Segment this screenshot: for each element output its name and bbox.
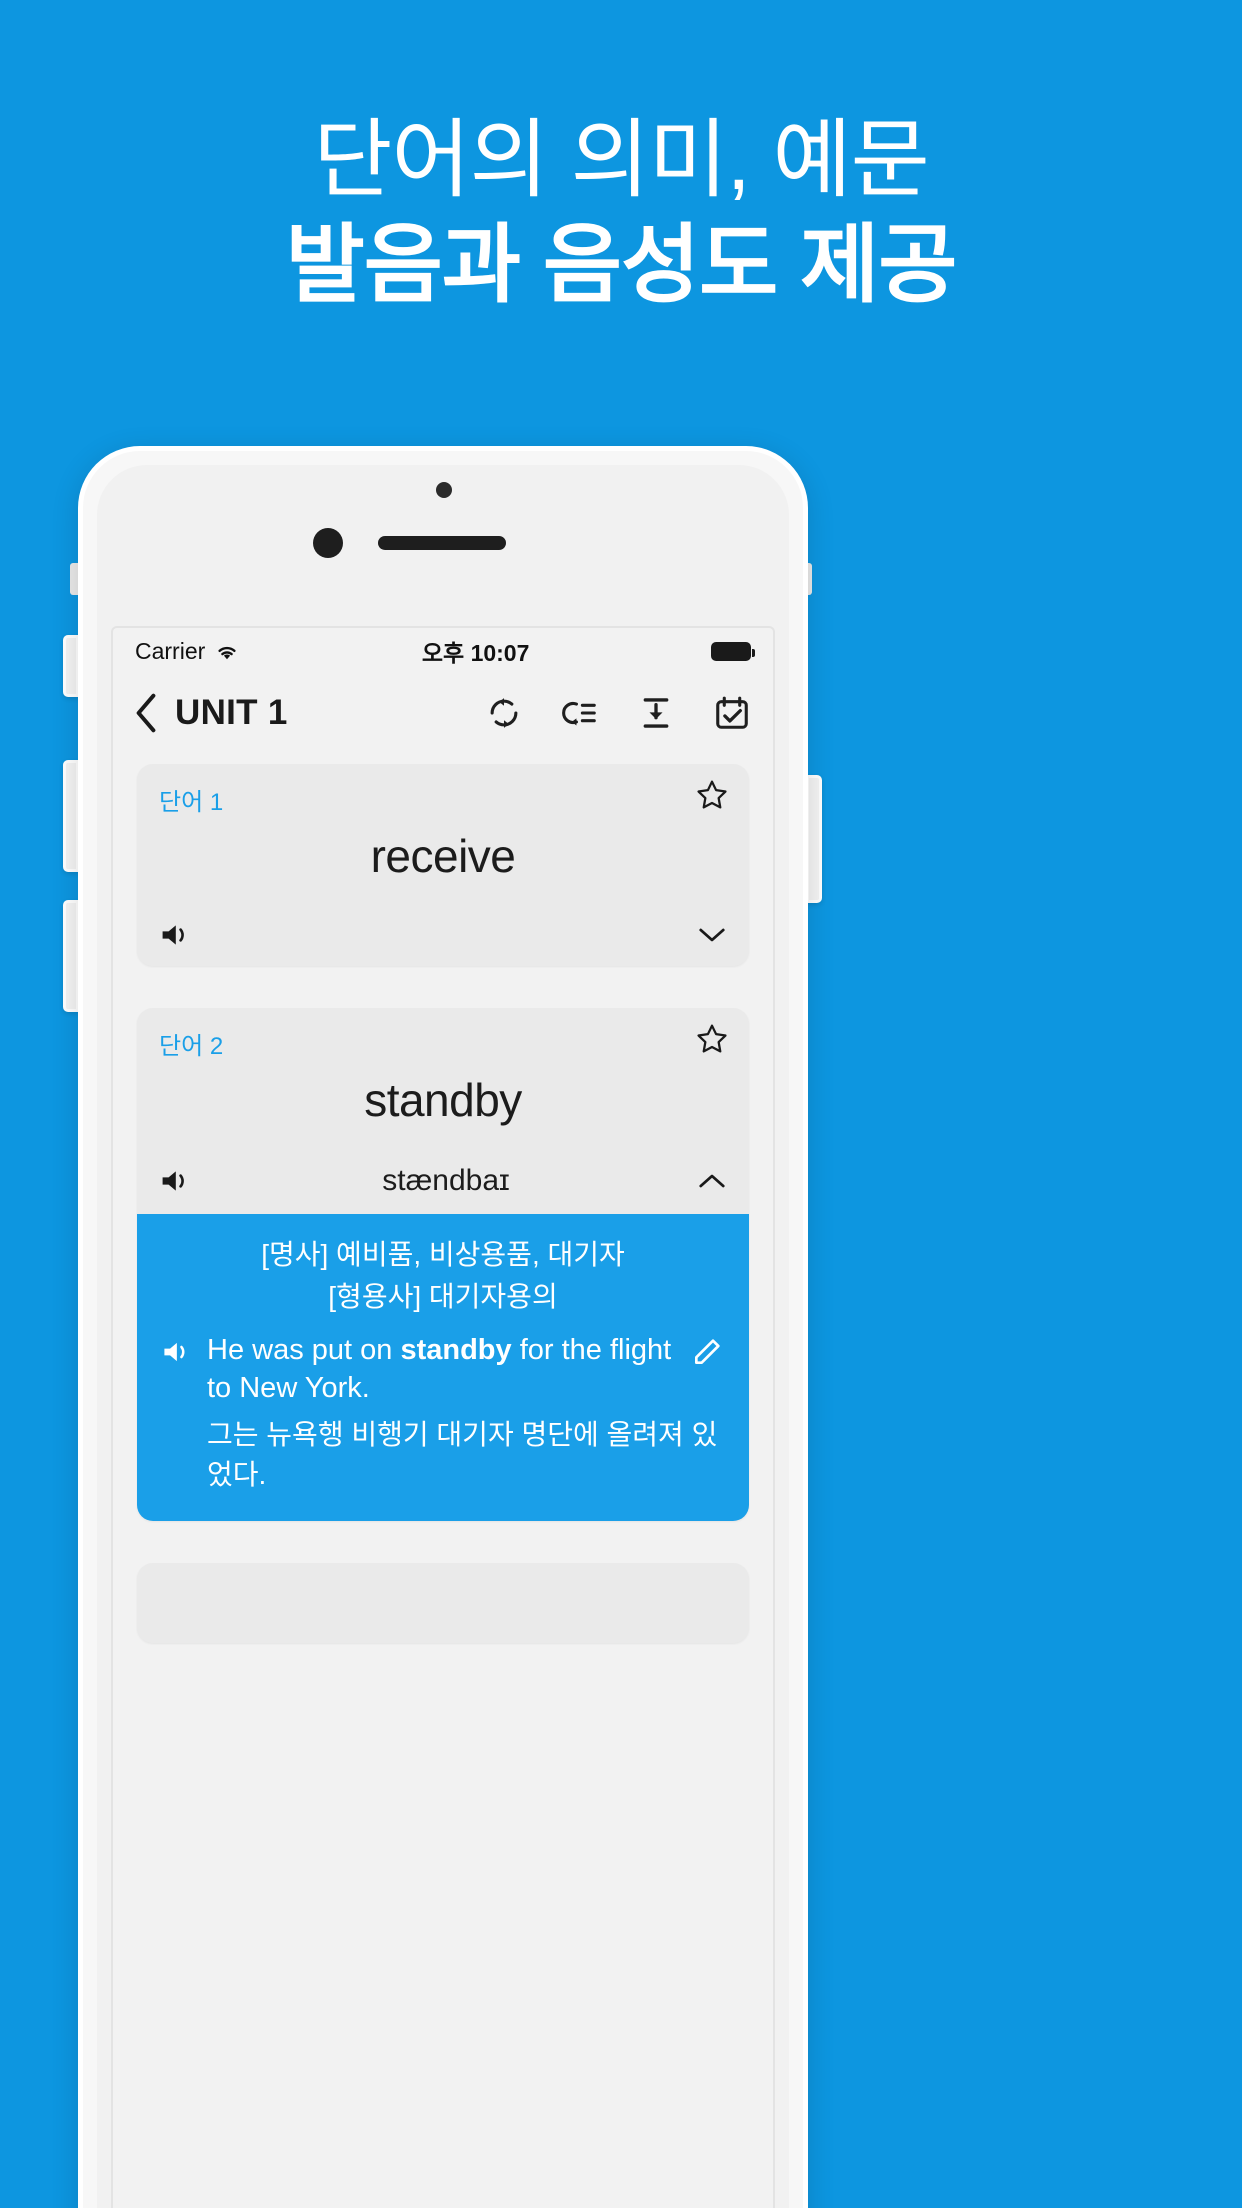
chevron-left-icon[interactable] bbox=[131, 692, 161, 734]
word-card-footer: stændbaɪ bbox=[137, 1158, 749, 1214]
calendar-check-icon[interactable] bbox=[713, 694, 751, 732]
example-sentence: He was put on standby for the flight to … bbox=[207, 1332, 681, 1407]
edit-example-button[interactable] bbox=[691, 1332, 725, 1373]
phonetic-text: stændbaɪ bbox=[382, 1164, 510, 1197]
speaker-icon[interactable] bbox=[161, 1338, 195, 1366]
word-card-list: 단어 1 receive 단어 2 standby stændbaɪ [명사] … bbox=[113, 752, 773, 1643]
navigation-actions bbox=[485, 694, 751, 732]
pencil-icon[interactable] bbox=[691, 1336, 723, 1368]
example-row: He was put on standby for the flight to … bbox=[161, 1332, 725, 1407]
status-bar-time: 오후 10:07 bbox=[421, 640, 530, 666]
example-speaker-wrap[interactable] bbox=[161, 1332, 197, 1371]
example-translation: 그는 뉴욕행 비행기 대기자 명단에 올려져 있었다. bbox=[207, 1419, 718, 1491]
status-bar-left: Carrier bbox=[135, 638, 240, 665]
definition-noun: [명사] 예비품, 비상용품, 대기자 bbox=[261, 1239, 625, 1270]
shuffle-refresh-icon[interactable] bbox=[485, 694, 523, 732]
chevron-up-icon[interactable] bbox=[697, 1171, 727, 1191]
star-outline-icon[interactable] bbox=[695, 1022, 729, 1056]
chevron-down-icon[interactable] bbox=[697, 925, 727, 945]
status-bar: Carrier 오후 10:07 bbox=[113, 628, 773, 674]
word-card-header: 단어 2 standby bbox=[137, 1008, 749, 1158]
headline-line-2-text: 발음과 음성도 제공 bbox=[285, 216, 958, 313]
volume-up-button[interactable] bbox=[63, 760, 79, 872]
speaker-icon[interactable] bbox=[159, 920, 195, 950]
word-card[interactable]: 단어 1 receive bbox=[137, 764, 749, 966]
example-highlight: standby bbox=[400, 1334, 512, 1366]
word-card[interactable] bbox=[137, 1562, 749, 1643]
definition-adjective: [형용사] 대기자용의 bbox=[328, 1281, 558, 1312]
status-bar-right bbox=[711, 641, 755, 661]
headline-line-1: 단어의 의미, 예문 bbox=[0, 108, 1242, 213]
navigation-bar: UNIT 1 bbox=[113, 674, 773, 752]
carrier-label: Carrier bbox=[135, 637, 206, 664]
volume-down-button[interactable] bbox=[63, 900, 79, 1012]
word-index-label: 단어 2 bbox=[159, 1033, 224, 1060]
word-detail-panel: [명사] 예비품, 비상용품, 대기자 [형용사] 대기자용의 He was p… bbox=[137, 1214, 749, 1521]
mute-switch[interactable] bbox=[63, 635, 79, 697]
earpiece-speaker bbox=[378, 536, 506, 550]
promo-headline: 단어의 의미, 예문 발음과 음성도 제공 bbox=[0, 108, 1242, 318]
battery-full-icon bbox=[711, 641, 755, 661]
speaker-icon[interactable] bbox=[159, 1166, 195, 1196]
phone-screen: Carrier 오후 10:07 UNIT 1 단어 1 receive 단어 … bbox=[113, 628, 773, 2208]
example-prefix: He was put on bbox=[207, 1334, 401, 1366]
proximity-sensor-icon bbox=[430, 476, 458, 504]
page-title: UNIT 1 bbox=[175, 693, 288, 732]
headline-line-1-text: 단어의 의미, 예문 bbox=[313, 112, 930, 208]
wifi-icon bbox=[218, 646, 236, 660]
power-button[interactable] bbox=[806, 775, 822, 903]
collapse-all-icon[interactable] bbox=[637, 694, 675, 732]
word-text: standby bbox=[364, 1074, 522, 1126]
word-text: receive bbox=[370, 830, 516, 882]
headline-line-2: 발음과 음성도 제공 bbox=[0, 213, 1242, 318]
word-card[interactable]: 단어 2 standby stændbaɪ [명사] 예비품, 비상용품, 대기… bbox=[137, 1008, 749, 1521]
word-index-label: 단어 1 bbox=[159, 789, 224, 816]
sort-list-icon[interactable] bbox=[561, 694, 599, 732]
word-card-footer bbox=[137, 914, 749, 966]
front-camera-icon bbox=[313, 528, 343, 558]
word-card-header: 단어 1 receive bbox=[137, 764, 749, 914]
star-outline-icon[interactable] bbox=[695, 778, 729, 812]
